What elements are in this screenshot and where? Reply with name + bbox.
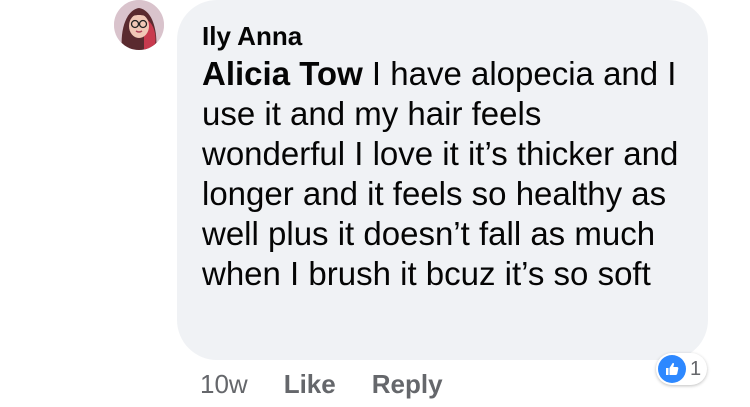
comment-actions: 10w Like Reply — [200, 366, 479, 402]
reply-button[interactable]: Reply — [372, 369, 443, 400]
thumbs-up-icon — [658, 355, 686, 383]
like-button[interactable]: Like — [284, 369, 336, 400]
avatar-image — [114, 0, 164, 50]
reaction-count: 1 — [690, 357, 702, 380]
comment-bubble: Ily Anna Alicia Tow I have alopecia and … — [177, 0, 708, 360]
comment-timestamp[interactable]: 10w — [200, 369, 248, 400]
avatar[interactable] — [114, 0, 164, 50]
reaction-summary[interactable]: 1 — [656, 353, 708, 385]
comment-root: Ily Anna Alicia Tow I have alopecia and … — [0, 0, 750, 407]
comment-body: Alicia Tow I have alopecia and I use it … — [202, 54, 684, 294]
comment-author[interactable]: Ily Anna — [202, 20, 684, 52]
mention-link[interactable]: Alicia Tow — [202, 55, 363, 92]
